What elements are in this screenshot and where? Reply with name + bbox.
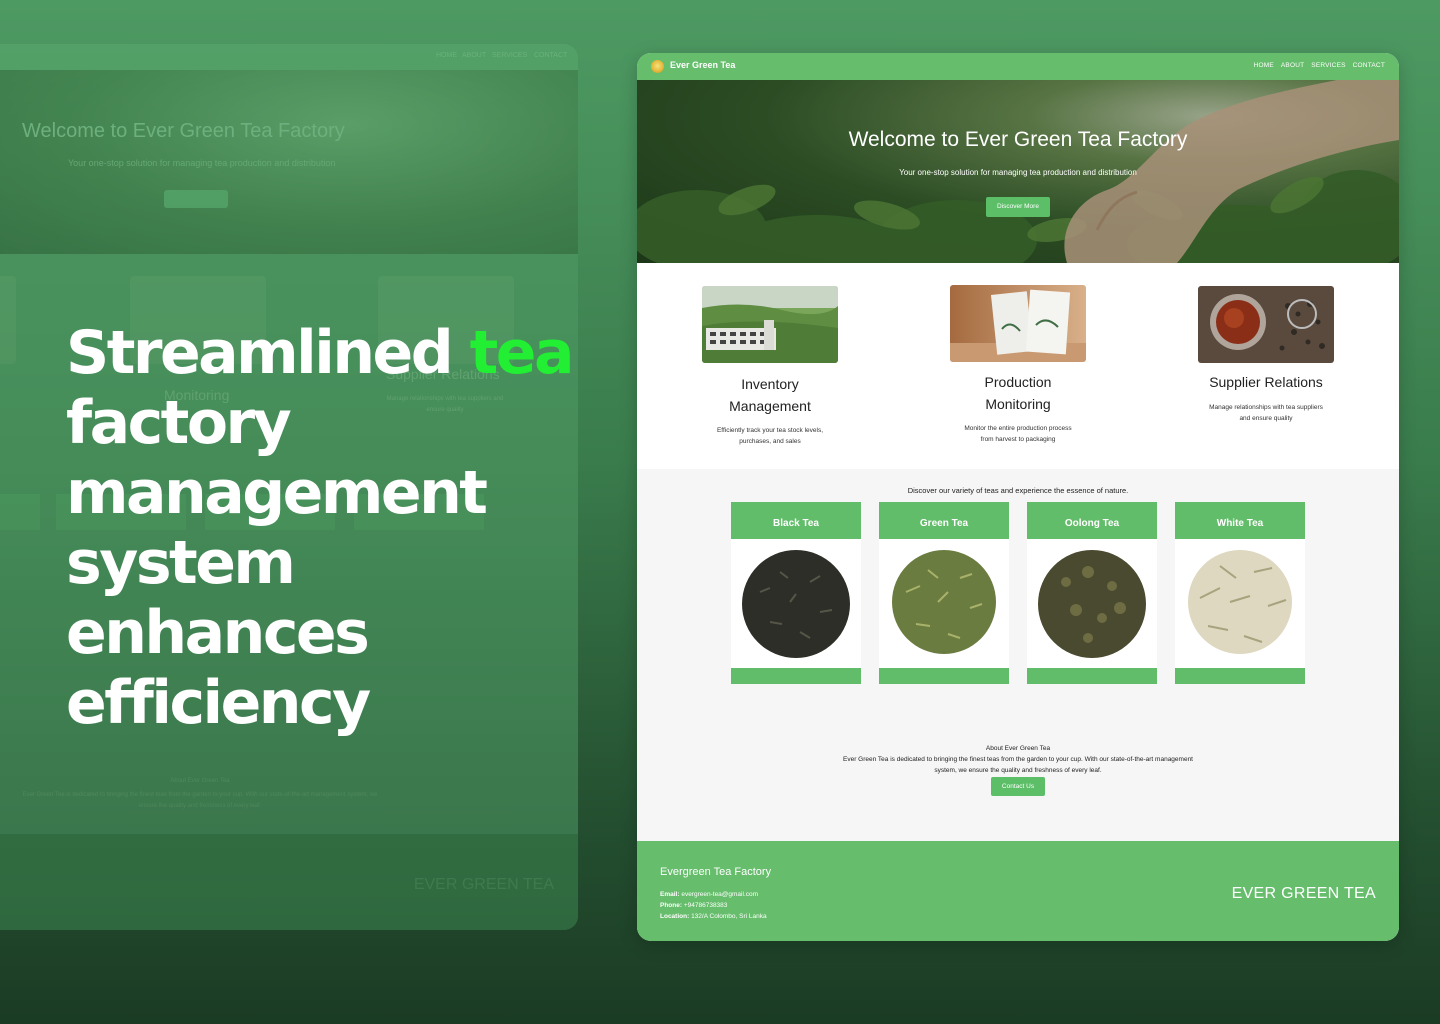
white-tea-leaves-image [1188,550,1292,654]
headline-text-start: Streamlined [66,318,470,388]
feature-title-production: Production Monitoring [918,371,1118,415]
footer-email-value[interactable]: evergreen-tea@gmail.com [681,891,758,898]
feature-desc-line: Manage relationships with tea suppliers [1209,404,1323,411]
about-title: About Ever Green Tea [985,745,1051,752]
ghost-hero-title: Welcome to Ever Green Tea Factory [22,120,345,142]
site-navbar: Ever Green Tea HOME ABOUT SERVICES CONTA… [637,53,1399,80]
tea-cup-leaves-image [1198,286,1334,363]
feature-desc-line: and ensure quality [1239,415,1293,422]
feature-title-line: Production [984,374,1052,390]
feature-title-inventory: Inventory Management [670,373,870,417]
feature-title-supplier: Supplier Relations [1166,371,1366,393]
black-tea-leaves-image [742,550,850,658]
ghost-footer-brand: EVER GREEN TEA [413,876,554,893]
tea-card-title: White Tea [1175,502,1305,539]
feature-title-line: Inventory [741,376,799,392]
feature-title-line: Supplier Relations [1209,374,1323,390]
feature-title-line: Monitoring [985,396,1051,412]
nav-link-home[interactable]: HOME [1254,62,1274,69]
headline-text-end: factory management system enhances effic… [66,388,488,738]
footer-brand: EVER GREEN TEA [1231,885,1376,902]
site-footer: Evergreen Tea Factory Email: evergreen-t… [637,841,1399,941]
feature-desc-production: Monitor the entire production process fr… [918,423,1118,445]
green-tea-leaves-image [892,550,996,654]
footer-phone: Phone: +94786738383 [660,902,727,909]
feature-desc-inventory: Efficiently track your tea stock levels,… [670,425,870,447]
ghost-card [0,276,16,364]
tea-card-oolong[interactable]: Oolong Tea [1027,502,1157,684]
contact-us-button[interactable]: Contact Us [991,777,1045,796]
tea-card-footer [731,668,861,684]
website-screenshot: Ever Green Tea HOME ABOUT SERVICES CONTA… [637,53,1399,941]
nav-link-contact[interactable]: CONTACT [1353,62,1385,69]
tea-card-title: Black Tea [731,502,861,539]
ghost-about-title: About Ever Green Tea [170,778,230,784]
ghost-nav-services: SERVICES [492,52,528,59]
footer-email: Email: evergreen-tea@gmail.com [660,891,758,898]
tea-packaging-image [950,285,1086,362]
feature-desc-line: Monitor the entire production process [964,425,1072,432]
ghost-nav: HOME ABOUT SERVICES CONTACT [0,44,578,70]
nav-link-about[interactable]: ABOUT [1281,62,1304,69]
ghost-about-text: Ever Green Tea is dedicated to bringing … [22,792,378,809]
feature-desc-line: Efficiently track your tea stock levels, [716,427,824,434]
footer-title: Evergreen Tea Factory [660,866,772,878]
ghost-footer: EVER GREEN TEA [0,834,578,930]
tea-card-footer [879,668,1009,684]
feature-desc-line: from harvest to packaging [980,436,1056,443]
ghost-nav-home: HOME [436,52,457,59]
tea-card-title: Green Tea [879,502,1009,539]
ghost-tea-label [0,494,40,530]
oolong-tea-leaves-image [1038,550,1146,658]
factory-building-image [702,286,838,363]
ghost-hero-button [164,190,228,208]
footer-location: Location: 132/A Colombo, Sri Lanka [660,913,767,920]
tea-card-footer [1027,668,1157,684]
tea-varieties-section: Discover our variety of teas and experie… [637,469,1399,841]
tea-card-white[interactable]: White Tea [1175,502,1305,684]
hero-banner: Welcome to Ever Green Tea Factory Your o… [637,80,1399,263]
discover-more-button[interactable]: Discover More [986,197,1050,217]
marketing-headline: Streamlined tea factory management syste… [66,318,606,738]
footer-phone-value[interactable]: +94786738383 [684,902,728,909]
tea-card-black[interactable]: Black Tea [731,502,861,684]
nav-link-services[interactable]: SERVICES [1311,62,1345,69]
tea-leaf-logo-icon[interactable] [651,60,664,73]
feature-desc-supplier: Manage relationships with tea suppliers … [1166,402,1366,424]
ghost-hero: Welcome to Ever Green Tea Factory Your o… [0,70,578,254]
tea-card-green[interactable]: Green Tea [879,502,1009,684]
footer-location-label: Location: [660,913,690,920]
site-brand[interactable]: Ever Green Tea [670,60,735,70]
footer-phone-label: Phone: [660,902,683,909]
about-text: Ever Green Tea is dedicated to bringing … [843,756,1193,774]
ghost-nav-contact: CONTACT [534,52,568,59]
feature-title-line: Management [729,398,811,414]
nav-links: HOME ABOUT SERVICES CONTACT [1254,62,1385,69]
features-section: Inventory Management Efficiently track y… [637,263,1399,469]
tea-card-title: Oolong Tea [1027,502,1157,539]
feature-desc-line: purchases, and sales [739,438,801,445]
ghost-hero-subtitle: Your one-stop solution for managing tea … [68,158,336,168]
ghost-nav-about: ABOUT [462,52,487,59]
headline-highlight: tea [469,318,575,388]
footer-email-label: Email: [660,891,680,898]
hero-title: Welcome to Ever Green Tea Factory [848,128,1188,151]
teas-intro-text: Discover our variety of teas and experie… [907,486,1129,495]
footer-location-value: 132/A Colombo, Sri Lanka [691,913,767,920]
hero-subtitle: Your one-stop solution for managing tea … [899,168,1137,177]
tea-card-footer [1175,668,1305,684]
about-section: About Ever Green Tea Ever Green Tea is d… [637,743,1399,776]
